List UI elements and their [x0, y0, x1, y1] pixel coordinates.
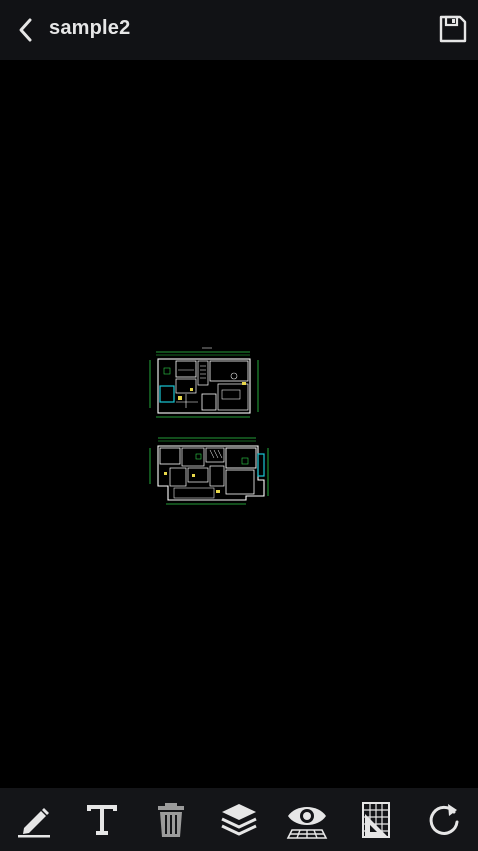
layers-icon — [221, 803, 257, 835]
trash-icon — [157, 802, 184, 837]
layers-tool-button[interactable] — [215, 796, 263, 844]
rotate-tool-button[interactable] — [420, 796, 468, 844]
rotate-icon — [429, 803, 459, 835]
text-icon — [87, 804, 118, 835]
floor-plan-lower — [149, 437, 269, 505]
floor-plan-upper — [149, 347, 259, 418]
text-tool-button[interactable] — [78, 796, 126, 844]
markup-tool-button[interactable] — [10, 796, 58, 844]
save-button[interactable] — [436, 12, 470, 46]
back-button[interactable] — [10, 14, 42, 46]
measure-tool-button[interactable] — [352, 796, 400, 844]
bottom-toolbar — [0, 788, 478, 851]
pencil-icon — [18, 807, 51, 837]
drawing-canvas[interactable] — [0, 60, 478, 788]
header-bar: sample2 — [0, 0, 478, 60]
ruler-icon — [361, 801, 390, 838]
document-title: sample2 — [49, 17, 131, 39]
view-tool-button[interactable] — [283, 796, 331, 844]
delete-tool-button[interactable] — [147, 796, 195, 844]
chevron-left-icon — [19, 18, 32, 42]
eye-icon — [286, 806, 328, 839]
floppy-disk-icon — [439, 15, 467, 43]
